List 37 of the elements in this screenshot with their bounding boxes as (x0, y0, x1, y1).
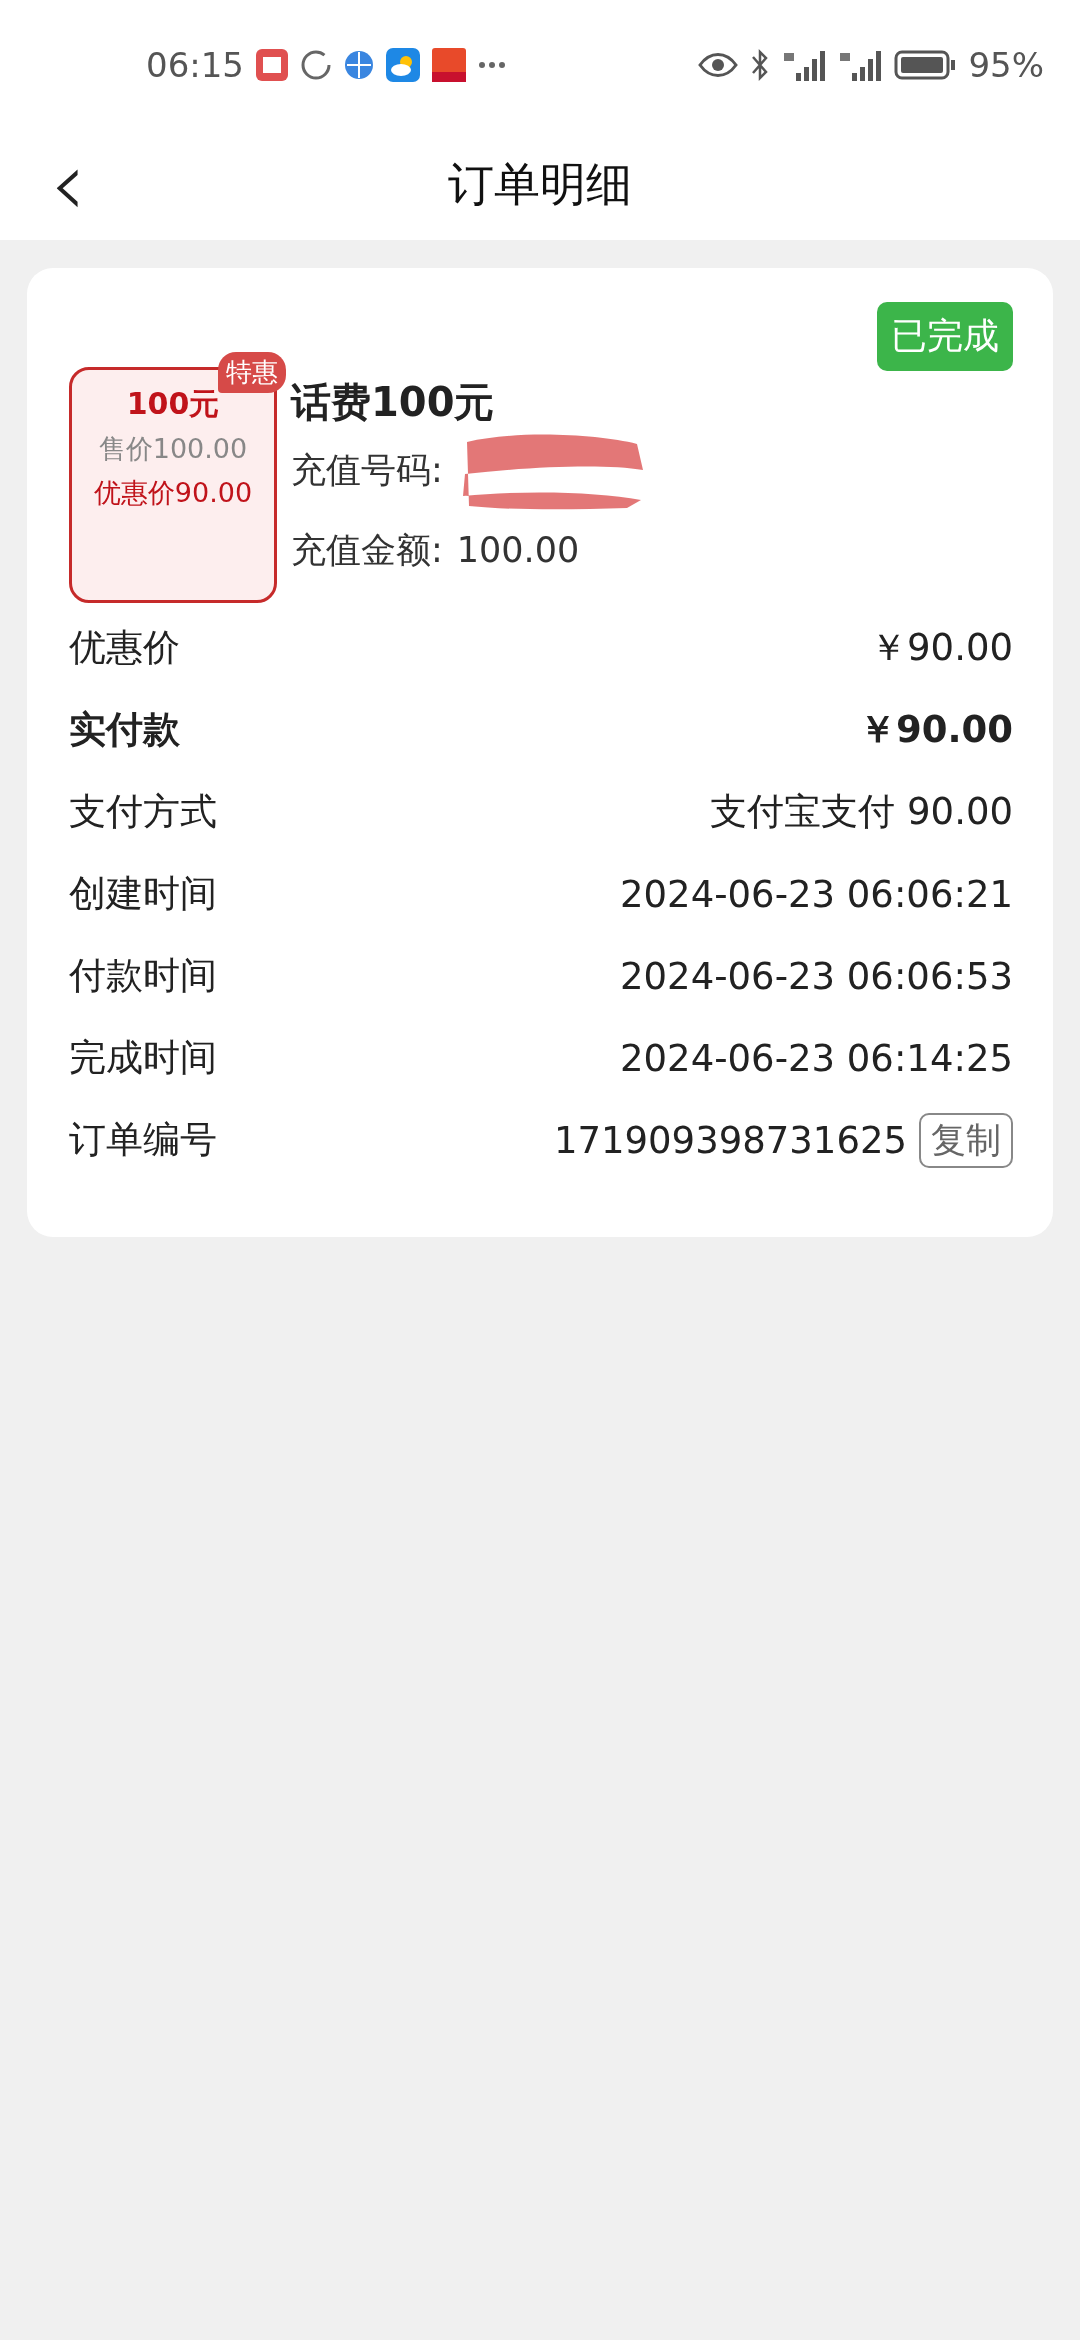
battery-icon (894, 50, 957, 80)
weather-app-icon (386, 48, 420, 82)
product-name: 话费100元 (291, 378, 496, 427)
discount-price: 优惠价90.00 (93, 476, 253, 510)
signal-icon (838, 49, 883, 81)
copy-button[interactable]: 复制 (919, 1112, 1013, 1168)
detail-value: 支付宝支付 90.00 (710, 789, 1013, 835)
detail-value: 2024-06-23 06:06:21 (620, 872, 1013, 916)
detail-value: ￥90.00 (870, 625, 1013, 671)
sale-price: 售价100.00 (98, 432, 248, 466)
detail-value: 171909398731625 (553, 1118, 907, 1162)
detail-label: 完成时间 (69, 1035, 217, 1081)
signal-icon (782, 49, 827, 81)
recharge-number-label: 充值号码: (291, 448, 443, 492)
recharge-amount: 100.00 (456, 530, 580, 570)
globe-icon (344, 50, 374, 80)
detail-label: 订单编号 (69, 1117, 217, 1163)
detail-value: 2024-06-23 06:06:53 (620, 954, 1013, 998)
detail-label: 创建时间 (69, 871, 217, 917)
recharge-amount-label: 充值金额: (291, 528, 443, 572)
detail-value: 2024-06-23 06:14:25 (620, 1036, 1013, 1080)
detail-label: 优惠价 (69, 625, 180, 671)
loading-ring-icon (300, 49, 332, 81)
detail-label: 支付方式 (69, 789, 217, 835)
battery-level: 95% (968, 45, 1044, 85)
clock: 06:15 (146, 45, 244, 85)
tile-amount: 100元 (126, 385, 220, 423)
more-icon (478, 61, 506, 69)
detail-value: ￥90.00 (858, 707, 1013, 753)
eye-icon (698, 51, 739, 79)
shopping-app-icon (432, 48, 466, 82)
page-title: 订单明细 (448, 156, 632, 213)
back-button[interactable]: ‹ (40, 144, 96, 224)
status-badge: 已完成 (877, 302, 1013, 371)
promo-tag: 特惠 (218, 352, 286, 393)
detail-label: 付款时间 (69, 953, 217, 999)
detail-label: 实付款 (69, 707, 180, 753)
